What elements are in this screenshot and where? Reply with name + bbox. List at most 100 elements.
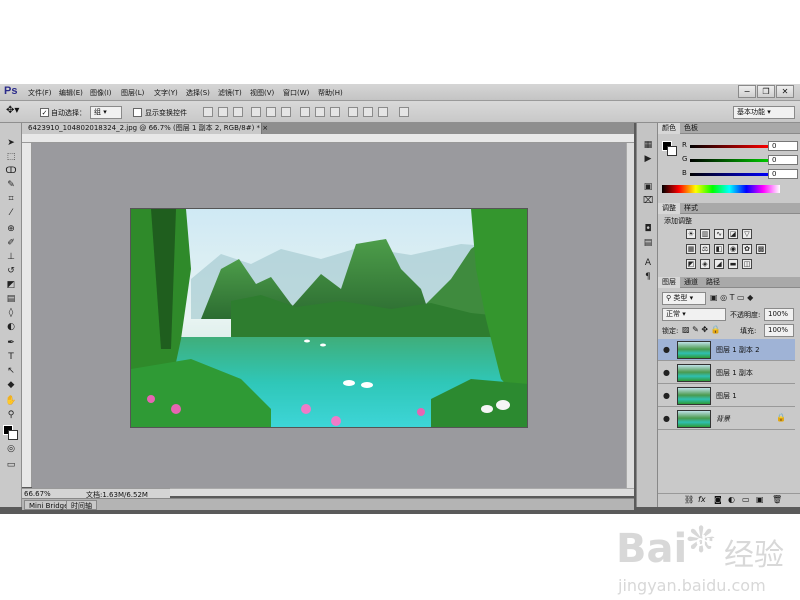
- tool-presets-panel-icon[interactable]: ◘: [641, 223, 655, 235]
- align-vcenter-icon[interactable]: [218, 107, 228, 117]
- background-color-swatch[interactable]: [8, 430, 18, 440]
- bw-icon[interactable]: ◧: [714, 244, 724, 254]
- distribute-vcenter-icon[interactable]: [315, 107, 325, 117]
- layer-row[interactable]: ● 图层 1 副本 2: [658, 339, 795, 361]
- opacity-field[interactable]: 100%: [764, 308, 794, 321]
- tab-layers[interactable]: 图层: [658, 277, 680, 288]
- blend-mode-dropdown[interactable]: 正常 ▾: [662, 308, 726, 321]
- exposure-icon[interactable]: ◪: [728, 229, 738, 239]
- menu-window[interactable]: 窗口(W): [283, 88, 309, 98]
- new-layer-icon[interactable]: ▣: [756, 495, 764, 504]
- layer-filter-dropdown[interactable]: ⚲ 类型 ▾: [662, 292, 706, 305]
- levels-icon[interactable]: ▥: [700, 229, 710, 239]
- menu-file[interactable]: 文件(F): [28, 88, 52, 98]
- threshold-icon[interactable]: ◢: [714, 259, 724, 269]
- auto-select-dropdown[interactable]: 组 ▾: [90, 106, 122, 119]
- posterize-icon[interactable]: ◈: [700, 259, 710, 269]
- history-brush-tool-icon[interactable]: ↺: [3, 265, 19, 277]
- distribute-top-icon[interactable]: [300, 107, 310, 117]
- eyedropper-tool-icon[interactable]: ⁄: [3, 207, 19, 219]
- layer-row[interactable]: ● 图层 1: [658, 385, 795, 407]
- crop-tool-icon[interactable]: ⌗: [3, 193, 19, 205]
- type-tool-icon[interactable]: T: [3, 351, 19, 363]
- hand-tool-icon[interactable]: ✋: [3, 395, 19, 407]
- visibility-icon[interactable]: ●: [663, 345, 670, 354]
- quick-mask-icon[interactable]: ◎: [3, 443, 19, 455]
- tab-paths[interactable]: 路径: [702, 277, 724, 288]
- brightness-icon[interactable]: ☀: [686, 229, 696, 239]
- menu-select[interactable]: 选择(S): [186, 88, 210, 98]
- layer-row[interactable]: ● 图层 1 副本: [658, 362, 795, 384]
- show-transform-checkbox[interactable]: [133, 108, 142, 117]
- layer-name[interactable]: 图层 1 副本 2: [716, 345, 760, 355]
- tab-color[interactable]: 颜色: [658, 123, 680, 134]
- path-select-tool-icon[interactable]: ↖: [3, 365, 19, 377]
- mixer-icon[interactable]: ✿: [742, 244, 752, 254]
- green-slider[interactable]: G 0: [682, 155, 800, 166]
- eraser-tool-icon[interactable]: ◩: [3, 279, 19, 291]
- restore-button[interactable]: ❐: [757, 85, 775, 98]
- vibrance-icon[interactable]: ▽: [742, 229, 752, 239]
- actions-panel-icon[interactable]: ▶: [641, 153, 655, 165]
- history-panel-icon[interactable]: ▦: [641, 139, 655, 151]
- blur-tool-icon[interactable]: ◊: [3, 307, 19, 319]
- horizontal-scrollbar[interactable]: [170, 488, 634, 496]
- group-icon[interactable]: ▭: [742, 495, 750, 504]
- visibility-icon[interactable]: ●: [663, 368, 670, 377]
- paragraph-panel-icon[interactable]: ¶: [641, 271, 655, 283]
- align-hcenter-icon[interactable]: [266, 107, 276, 117]
- adjust-icon[interactable]: ◐: [728, 495, 735, 504]
- document-image[interactable]: [130, 208, 528, 428]
- tab-styles[interactable]: 样式: [680, 203, 702, 214]
- info-panel-icon[interactable]: ▤: [641, 237, 655, 249]
- zoom-level[interactable]: 66.67%: [24, 490, 51, 498]
- fx-icon[interactable]: fx: [698, 495, 706, 504]
- distribute-left-icon[interactable]: [348, 107, 358, 117]
- zoom-tool-icon[interactable]: ⚲: [3, 409, 19, 421]
- healing-tool-icon[interactable]: ⊕: [3, 223, 19, 235]
- tab-adjustments[interactable]: 调整: [658, 203, 680, 214]
- link-icon[interactable]: ⛓: [684, 495, 694, 504]
- quick-select-tool-icon[interactable]: ✎: [3, 179, 19, 191]
- workspace-dropdown[interactable]: 基本功能 ▾: [733, 106, 795, 119]
- pen-tool-icon[interactable]: ✒: [3, 337, 19, 349]
- marquee-tool-icon[interactable]: ⬚: [3, 151, 19, 163]
- tab-swatches[interactable]: 色板: [680, 123, 702, 134]
- distribute-right-icon[interactable]: [378, 107, 388, 117]
- menu-help[interactable]: 帮助(H): [318, 88, 343, 98]
- menu-type[interactable]: 文字(Y): [154, 88, 178, 98]
- auto-select-checkbox[interactable]: ✓: [40, 108, 49, 117]
- layer-row[interactable]: ● 背景 🔒: [658, 408, 795, 430]
- red-value[interactable]: 0: [768, 141, 798, 151]
- hue-icon[interactable]: ▦: [686, 244, 696, 254]
- move-tool-preset-icon[interactable]: ✥▾: [6, 105, 19, 116]
- brush-tool-icon[interactable]: ✐: [3, 237, 19, 249]
- green-track[interactable]: [690, 159, 770, 162]
- photo-filter-icon[interactable]: ◉: [728, 244, 738, 254]
- distribute-bottom-icon[interactable]: [330, 107, 340, 117]
- blue-slider[interactable]: B 0: [682, 169, 800, 180]
- red-slider[interactable]: R 0: [682, 141, 800, 152]
- align-top-icon[interactable]: [203, 107, 213, 117]
- document-tab[interactable]: 6423910_104802018324_2.jpg @ 66.7% (图层 1…: [22, 123, 268, 134]
- screen-mode-icon[interactable]: ▭: [3, 459, 19, 471]
- close-button[interactable]: ✕: [776, 85, 794, 98]
- lasso-tool-icon[interactable]: ↀ: [3, 165, 19, 177]
- menu-edit[interactable]: 编辑(E): [59, 88, 83, 98]
- tab-channels[interactable]: 通道: [680, 277, 702, 288]
- lock-icons[interactable]: ▨ ✎ ✥ 🔒: [682, 325, 721, 334]
- minimize-button[interactable]: −: [738, 85, 756, 98]
- menu-view[interactable]: 视图(V): [250, 88, 274, 98]
- balance-icon[interactable]: ⚖: [700, 244, 710, 254]
- gradient-map-icon[interactable]: ▬: [728, 259, 738, 269]
- blue-track[interactable]: [690, 173, 770, 176]
- selective-color-icon[interactable]: ◫: [742, 259, 752, 269]
- invert-icon[interactable]: ◩: [686, 259, 696, 269]
- layer-name[interactable]: 背景: [716, 414, 730, 424]
- tab-timeline[interactable]: 时间轴: [66, 500, 97, 510]
- canvas-area[interactable]: [32, 143, 626, 488]
- green-value[interactable]: 0: [768, 155, 798, 165]
- align-bottom-icon[interactable]: [233, 107, 243, 117]
- visibility-icon[interactable]: ●: [663, 414, 670, 423]
- move-tool-icon[interactable]: ➤: [3, 137, 19, 149]
